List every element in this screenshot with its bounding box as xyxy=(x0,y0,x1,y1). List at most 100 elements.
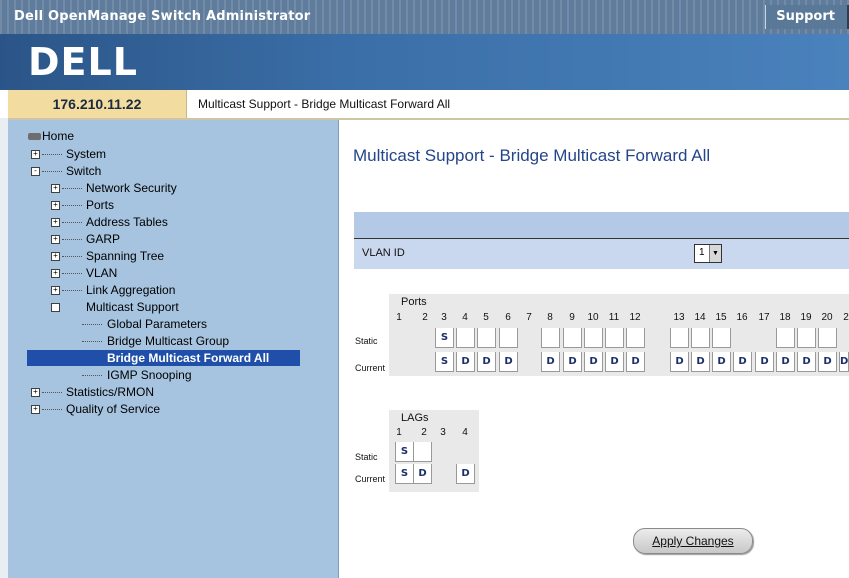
tree-item-multicast-support[interactable]: Multicast Support xyxy=(86,299,179,315)
port-number: 12 xyxy=(629,312,641,323)
ports-current-label: Current xyxy=(355,363,386,373)
breadcrumb: Multicast Support - Bridge Multicast For… xyxy=(198,97,451,111)
brand-banner: DELL xyxy=(0,34,849,90)
tree-item-statistics-rmon[interactable]: Statistics/RMON xyxy=(66,384,154,400)
tree-item-home[interactable]: Home xyxy=(28,128,74,144)
lags-current-label: Current xyxy=(355,474,386,484)
port-static-cell[interactable] xyxy=(670,328,689,348)
expand-icon[interactable]: + xyxy=(31,388,40,397)
port-current-cell: D xyxy=(733,352,752,372)
tree-item-system[interactable]: System xyxy=(66,146,106,162)
vlan-id-select[interactable]: 1 ▼ xyxy=(694,244,722,263)
tree-item-quality-of-service[interactable]: Quality of Service xyxy=(66,401,160,417)
lag-current-cell: S xyxy=(395,464,414,484)
expand-icon[interactable]: + xyxy=(51,235,60,244)
port-static-cell[interactable] xyxy=(626,328,645,348)
tree-item-vlan[interactable]: VLAN xyxy=(86,265,117,281)
header-band xyxy=(354,212,849,238)
expand-icon[interactable]: + xyxy=(51,269,60,278)
port-current-cell: D xyxy=(626,352,645,372)
port-static-cell[interactable] xyxy=(563,328,582,348)
port-number: 1 xyxy=(396,312,402,323)
port-static-cell[interactable] xyxy=(797,328,816,348)
port-number: 11 xyxy=(608,312,620,323)
lag-current-cell: D xyxy=(413,464,432,484)
port-static-cell[interactable] xyxy=(712,328,731,348)
port-number: 3 xyxy=(441,312,447,323)
ports-title: Ports xyxy=(401,296,427,308)
expand-icon[interactable]: + xyxy=(51,218,60,227)
lag-static-cell[interactable] xyxy=(413,442,432,462)
port-current-cell: S xyxy=(435,352,454,372)
lag-static-cell[interactable]: S xyxy=(395,442,414,462)
port-current-cell: D xyxy=(605,352,624,372)
tree-item-ports[interactable]: Ports xyxy=(86,197,114,213)
port-current-cell: D xyxy=(755,352,774,372)
port-number: 17 xyxy=(758,312,770,323)
lag-number: 3 xyxy=(440,427,446,438)
port-number: 2 xyxy=(422,312,428,323)
collapse-icon[interactable]: - xyxy=(31,167,40,176)
tree-item-switch[interactable]: Switch xyxy=(66,163,101,179)
port-current-cell: D xyxy=(818,352,837,372)
tree-item-network-security[interactable]: Network Security xyxy=(86,180,177,196)
apply-changes-button[interactable]: Apply Changes xyxy=(633,528,753,554)
page-title: Multicast Support - Bridge Multicast For… xyxy=(353,146,711,165)
port-current-cell: D xyxy=(584,352,603,372)
tree-item-address-tables[interactable]: Address Tables xyxy=(86,214,168,230)
port-static-cell[interactable]: S xyxy=(435,328,454,348)
port-static-cell[interactable] xyxy=(818,328,837,348)
left-strip xyxy=(0,118,8,578)
port-static-cell[interactable] xyxy=(605,328,624,348)
port-number: 15 xyxy=(715,312,727,323)
port-number: 20 xyxy=(821,312,833,323)
ports-static-label: Static xyxy=(355,336,378,346)
lags-title: LAGs xyxy=(401,412,429,424)
tree-item-bridge-multicast-group[interactable]: Bridge Multicast Group xyxy=(107,333,229,349)
port-static-cell[interactable] xyxy=(541,328,560,348)
tree-item-garp[interactable]: GARP xyxy=(86,231,120,247)
navigation-tree: Home + System - Switch + Network Securit… xyxy=(8,120,339,578)
port-number: 14 xyxy=(694,312,706,323)
tree-item-spanning-tree[interactable]: Spanning Tree xyxy=(86,248,164,264)
port-number: 8 xyxy=(547,312,553,323)
port-number: 5 xyxy=(483,312,489,323)
collapse-icon[interactable] xyxy=(51,303,60,312)
tree-item-igmp-snooping[interactable]: IGMP Snooping xyxy=(107,367,192,383)
port-static-cell[interactable] xyxy=(584,328,603,348)
port-current-cell: D xyxy=(456,352,475,372)
tree-item-link-aggregation[interactable]: Link Aggregation xyxy=(86,282,175,298)
port-number: 19 xyxy=(800,312,812,323)
port-current-cell: D xyxy=(670,352,689,372)
lag-number: 4 xyxy=(462,427,468,438)
port-static-cell[interactable] xyxy=(456,328,475,348)
port-number: 7 xyxy=(526,312,532,323)
app-title: Dell OpenManage Switch Administrator xyxy=(14,9,311,24)
address-row: 176.210.11.22 Multicast Support - Bridge… xyxy=(0,90,849,120)
port-number: 2 xyxy=(843,312,849,323)
port-number: 6 xyxy=(505,312,511,323)
expand-icon[interactable]: + xyxy=(31,405,40,414)
tree-item-bridge-multicast-forward-all[interactable]: Bridge Multicast Forward All xyxy=(27,350,300,366)
expand-icon[interactable]: + xyxy=(51,201,60,210)
port-number: 16 xyxy=(736,312,748,323)
chevron-down-icon: ▼ xyxy=(709,245,721,262)
vlan-row: VLAN ID 1 ▼ xyxy=(354,238,849,269)
port-current-cell: D xyxy=(477,352,496,372)
port-number: 13 xyxy=(673,312,685,323)
port-static-cell[interactable] xyxy=(776,328,795,348)
port-static-cell[interactable] xyxy=(477,328,496,348)
expand-icon[interactable]: + xyxy=(51,252,60,261)
port-current-cell: D xyxy=(839,352,849,372)
expand-icon[interactable]: + xyxy=(31,150,40,159)
support-link[interactable]: Support xyxy=(765,5,849,29)
title-bar: Dell OpenManage Switch Administrator Sup… xyxy=(0,0,849,34)
lags-static-label: Static xyxy=(355,452,378,462)
tree-item-global-parameters[interactable]: Global Parameters xyxy=(107,316,207,332)
expand-icon[interactable]: + xyxy=(51,184,60,193)
port-static-cell[interactable] xyxy=(499,328,518,348)
port-current-cell: D xyxy=(691,352,710,372)
expand-icon[interactable]: + xyxy=(51,286,60,295)
vlan-id-value: 1 xyxy=(699,247,705,258)
port-static-cell[interactable] xyxy=(691,328,710,348)
